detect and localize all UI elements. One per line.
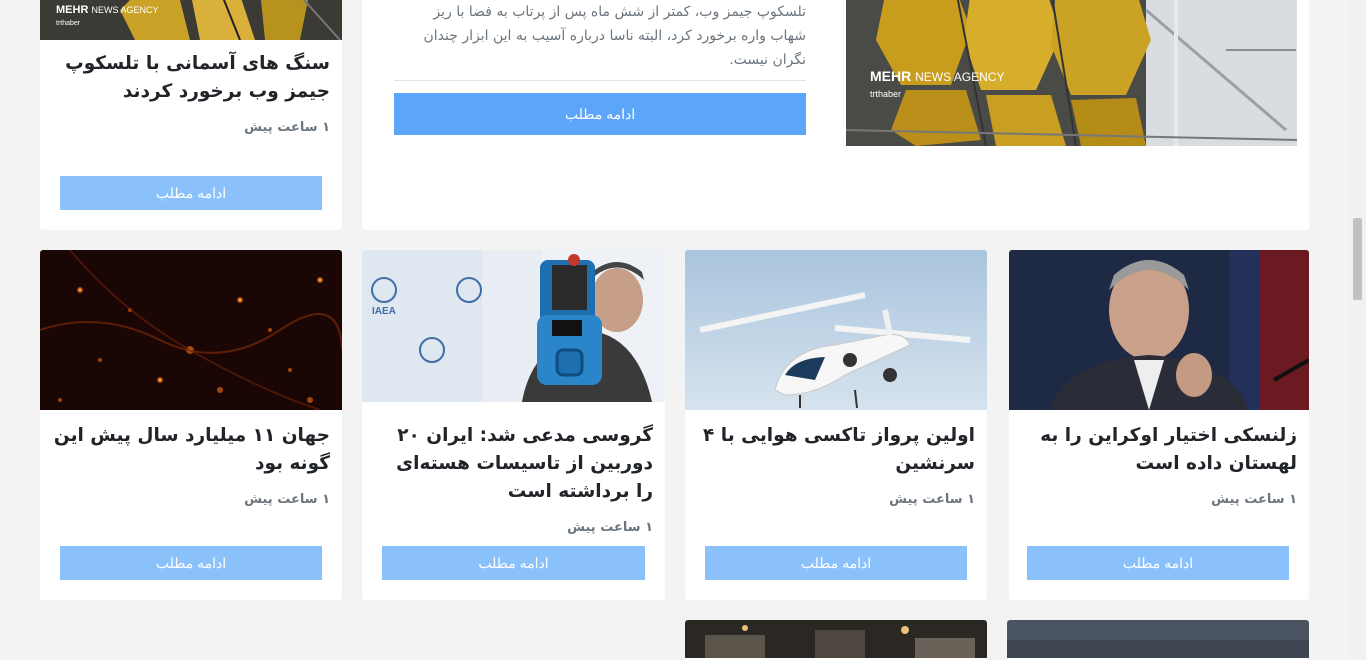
scrollbar-thumb[interactable] <box>1353 218 1362 300</box>
politician-photo <box>1009 250 1309 410</box>
card-title[interactable]: جهان ۱۱ میلیارد سال پیش این گونه بود <box>52 422 330 478</box>
news-card: IAEA گروسی مدعی شد: ایران ۲۰ دوربین از ت… <box>362 250 665 600</box>
watermark-agency: NEWS AGENCY <box>91 5 159 15</box>
watermark-agency: NEWS AGENCY <box>915 70 1005 84</box>
watermark-source: trthaber <box>56 20 81 27</box>
excerpt-divider <box>394 80 806 81</box>
card-excerpt: تلسکوپ جیمز وب، کمتر از شش ماه پس از پرت… <box>423 4 807 68</box>
iaea-camera-photo: IAEA <box>362 250 665 402</box>
card-time: ۱ ساعت پیش <box>889 492 975 507</box>
iaea-logo-text: IAEA <box>372 306 396 317</box>
news-card: اولین پرواز تاکسی هوایی با ۴ سرنشین ۱ سا… <box>685 250 987 600</box>
watermark-source: trthaber <box>870 89 902 99</box>
card-image[interactable] <box>1009 250 1309 410</box>
news-card: جهان ۱۱ میلیارد سال پیش این گونه بود ۱ س… <box>40 250 342 600</box>
card-image[interactable]: IAEA <box>362 250 665 402</box>
watermark-brand: MEHR <box>870 68 912 84</box>
card-time: ۱ ساعت پیش <box>244 492 330 507</box>
card-title[interactable]: گروسی مدعی شد: ایران ۲۰ دوربین از تاسیسا… <box>373 422 653 506</box>
read-more-button[interactable]: ادامه مطلب <box>394 93 806 135</box>
read-more-button[interactable]: ادامه مطلب <box>60 176 322 210</box>
card-image[interactable]: MEHR NEWS AGENCY trthaber <box>40 0 342 40</box>
news-card-partial <box>685 620 987 660</box>
air-taxi-photo <box>685 250 987 410</box>
card-title[interactable]: اولین پرواز تاکسی هوایی با ۴ سرنشین <box>697 422 975 478</box>
card-image[interactable] <box>685 250 987 410</box>
news-card-telescope-featured: تلسکوپ جیمز وب، کمتر از شش ماه پس از پرت… <box>362 0 1309 230</box>
card-title[interactable]: سنگ های آسمانی با تلسکوپ جیمز وب برخورد … <box>60 50 330 106</box>
early-universe-photo <box>40 250 342 410</box>
read-more-button[interactable]: ادامه مطلب <box>60 546 322 580</box>
news-card-telescope-small: MEHR NEWS AGENCY trthaber سنگ های آسمانی… <box>40 0 342 230</box>
card-time: ۱ ساعت پیش <box>1211 492 1297 507</box>
card-image[interactable] <box>40 250 342 410</box>
news-card-partial <box>1007 620 1309 660</box>
card-time: ۱ ساعت پیش <box>244 120 330 135</box>
card-title[interactable]: زلنسکی اختیار اوکراین را به لهستان داده … <box>1021 422 1297 478</box>
read-more-button[interactable]: ادامه مطلب <box>705 546 967 580</box>
read-more-button[interactable]: ادامه مطلب <box>382 546 645 580</box>
page-scrollbar[interactable] <box>1349 0 1366 658</box>
card-time: ۱ ساعت پیش <box>567 520 653 535</box>
read-more-button[interactable]: ادامه مطلب <box>1027 546 1289 580</box>
news-card: زلنسکی اختیار اوکراین را به لهستان داده … <box>1009 250 1309 600</box>
street-scene-photo[interactable] <box>685 620 987 658</box>
dark-sky-photo[interactable] <box>1007 620 1309 658</box>
watermark-brand: MEHR <box>56 4 89 16</box>
featured-image[interactable]: MEHR NEWS AGENCY trthaber <box>846 0 1297 146</box>
